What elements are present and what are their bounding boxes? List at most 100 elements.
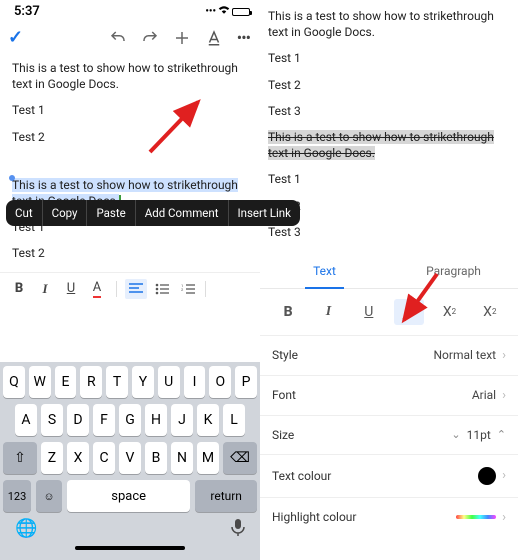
font-label: Font — [272, 388, 296, 402]
tab-paragraph[interactable]: Paragraph — [389, 254, 518, 288]
chevron-right-icon: › — [502, 348, 506, 363]
underline-button[interactable]: U — [60, 279, 82, 299]
done-button[interactable]: ✓ — [8, 27, 23, 48]
redo-button[interactable] — [141, 29, 159, 47]
strikethrough-button[interactable]: S — [394, 299, 424, 325]
backspace-key[interactable]: ⌫ — [223, 442, 257, 474]
key[interactable]: S — [41, 404, 63, 436]
key[interactable]: J — [171, 404, 193, 436]
subscript-button[interactable]: X2 — [475, 299, 505, 325]
paragraph[interactable]: This is a test to show how to strikethro… — [12, 60, 248, 92]
style-value: Normal text — [434, 348, 497, 362]
context-copy[interactable]: Copy — [43, 200, 88, 226]
italic-button[interactable]: I — [313, 299, 343, 325]
paragraph[interactable]: Test 3 — [268, 224, 508, 240]
align-button[interactable] — [125, 279, 147, 299]
bullet-list-button[interactable] — [151, 279, 173, 299]
space-key[interactable]: space — [67, 480, 190, 512]
highlight-colour-label: Highlight colour — [272, 510, 356, 524]
size-increase-button[interactable]: ⌃ — [497, 428, 506, 441]
key[interactable]: W — [29, 366, 51, 398]
key[interactable]: P — [235, 366, 257, 398]
text-format-button[interactable] — [205, 29, 223, 47]
format-tabs: Text Paragraph — [260, 254, 518, 289]
left-screenshot: 5:37 ••• ✓ ••• This is a test to show ho… — [0, 0, 260, 560]
paragraph[interactable]: Test 1 — [12, 102, 248, 118]
home-indicator — [75, 546, 185, 550]
clock: 5:37 — [14, 4, 40, 19]
size-label: Size — [272, 428, 294, 442]
key[interactable]: O — [209, 366, 231, 398]
key[interactable]: Y — [132, 366, 154, 398]
paragraph[interactable]: Test 2 — [12, 129, 248, 145]
superscript-button[interactable]: X2 — [434, 299, 464, 325]
key[interactable]: V — [119, 442, 141, 474]
text-color-button[interactable]: A — [86, 279, 108, 299]
key[interactable]: R — [80, 366, 102, 398]
key[interactable]: G — [119, 404, 141, 436]
bold-button[interactable]: B — [273, 299, 303, 325]
paragraph[interactable]: Test 2 — [268, 198, 508, 214]
colour-swatch — [478, 467, 496, 485]
paragraph[interactable]: This is a test to show how to strikethro… — [268, 8, 508, 40]
key[interactable]: T — [106, 366, 128, 398]
context-paste[interactable]: Paste — [87, 200, 135, 226]
mic-key[interactable] — [231, 518, 245, 540]
chevron-right-icon: › — [502, 388, 506, 403]
return-key[interactable]: return — [195, 480, 257, 512]
add-button[interactable] — [173, 29, 191, 47]
key[interactable]: U — [158, 366, 180, 398]
shift-key[interactable]: ⇧ — [3, 442, 37, 474]
context-add-comment[interactable]: Add Comment — [136, 200, 229, 226]
key[interactable]: M — [197, 442, 219, 474]
key-row-1: Q W E R T Y U I O P — [3, 366, 257, 398]
bold-button[interactable]: B — [8, 279, 30, 299]
size-decrease-button[interactable]: ⌄ — [451, 428, 460, 441]
more-button[interactable]: ••• — [237, 28, 250, 47]
context-cut[interactable]: Cut — [6, 200, 43, 226]
svg-text:2: 2 — [181, 287, 184, 292]
size-row: Size ⌄ 11pt ⌃ — [260, 416, 518, 455]
key[interactable]: I — [184, 366, 206, 398]
key[interactable]: X — [67, 442, 89, 474]
text-colour-row[interactable]: Text colour › — [260, 455, 518, 498]
key[interactable]: N — [171, 442, 193, 474]
text-style-row: B I U S X2 X2 — [260, 289, 518, 336]
style-row[interactable]: Style Normal text› — [260, 336, 518, 376]
key[interactable]: H — [145, 404, 167, 436]
context-insert-link[interactable]: Insert Link — [229, 200, 300, 226]
status-bar: 5:37 ••• — [0, 0, 260, 21]
key[interactable]: L — [223, 404, 245, 436]
key[interactable]: D — [67, 404, 89, 436]
key[interactable]: B — [145, 442, 167, 474]
paragraph[interactable]: Test 1 — [268, 171, 508, 187]
document-body[interactable]: This is a test to show how to strikethro… — [0, 54, 260, 272]
key[interactable]: K — [197, 404, 219, 436]
key[interactable]: Q — [3, 366, 25, 398]
italic-button[interactable]: I — [34, 279, 56, 299]
paragraph[interactable]: Test 2 — [268, 77, 508, 93]
format-toolbar: B I U A 12 — [0, 272, 260, 305]
paragraph-strikethrough[interactable]: This is a test to show how to strikethro… — [268, 129, 508, 161]
key[interactable]: Z — [41, 442, 63, 474]
globe-key[interactable]: 🌐 — [15, 518, 37, 540]
key[interactable]: C — [93, 442, 115, 474]
numeric-key[interactable]: 123 — [3, 480, 31, 512]
key[interactable]: F — [93, 404, 115, 436]
tab-text[interactable]: Text — [260, 254, 389, 288]
undo-button[interactable] — [109, 29, 127, 47]
number-list-button[interactable]: 12 — [177, 279, 199, 299]
keyboard: Q W E R T Y U I O P A S D F G H J K L ⇧ … — [0, 362, 260, 560]
emoji-key[interactable]: ☺ — [36, 480, 62, 512]
paragraph[interactable]: Test 3 — [268, 103, 508, 119]
paragraph[interactable]: Test 2 — [12, 245, 248, 261]
font-value: Arial — [472, 388, 496, 402]
highlight-colour-row[interactable]: Highlight colour › — [260, 498, 518, 537]
paragraph[interactable]: Test 1 — [268, 50, 508, 66]
underline-button[interactable]: U — [354, 299, 384, 325]
key[interactable]: A — [15, 404, 37, 436]
highlight-swatch — [456, 515, 496, 519]
key[interactable]: E — [55, 366, 77, 398]
divider — [205, 281, 206, 297]
font-row[interactable]: Font Arial › — [260, 376, 518, 416]
